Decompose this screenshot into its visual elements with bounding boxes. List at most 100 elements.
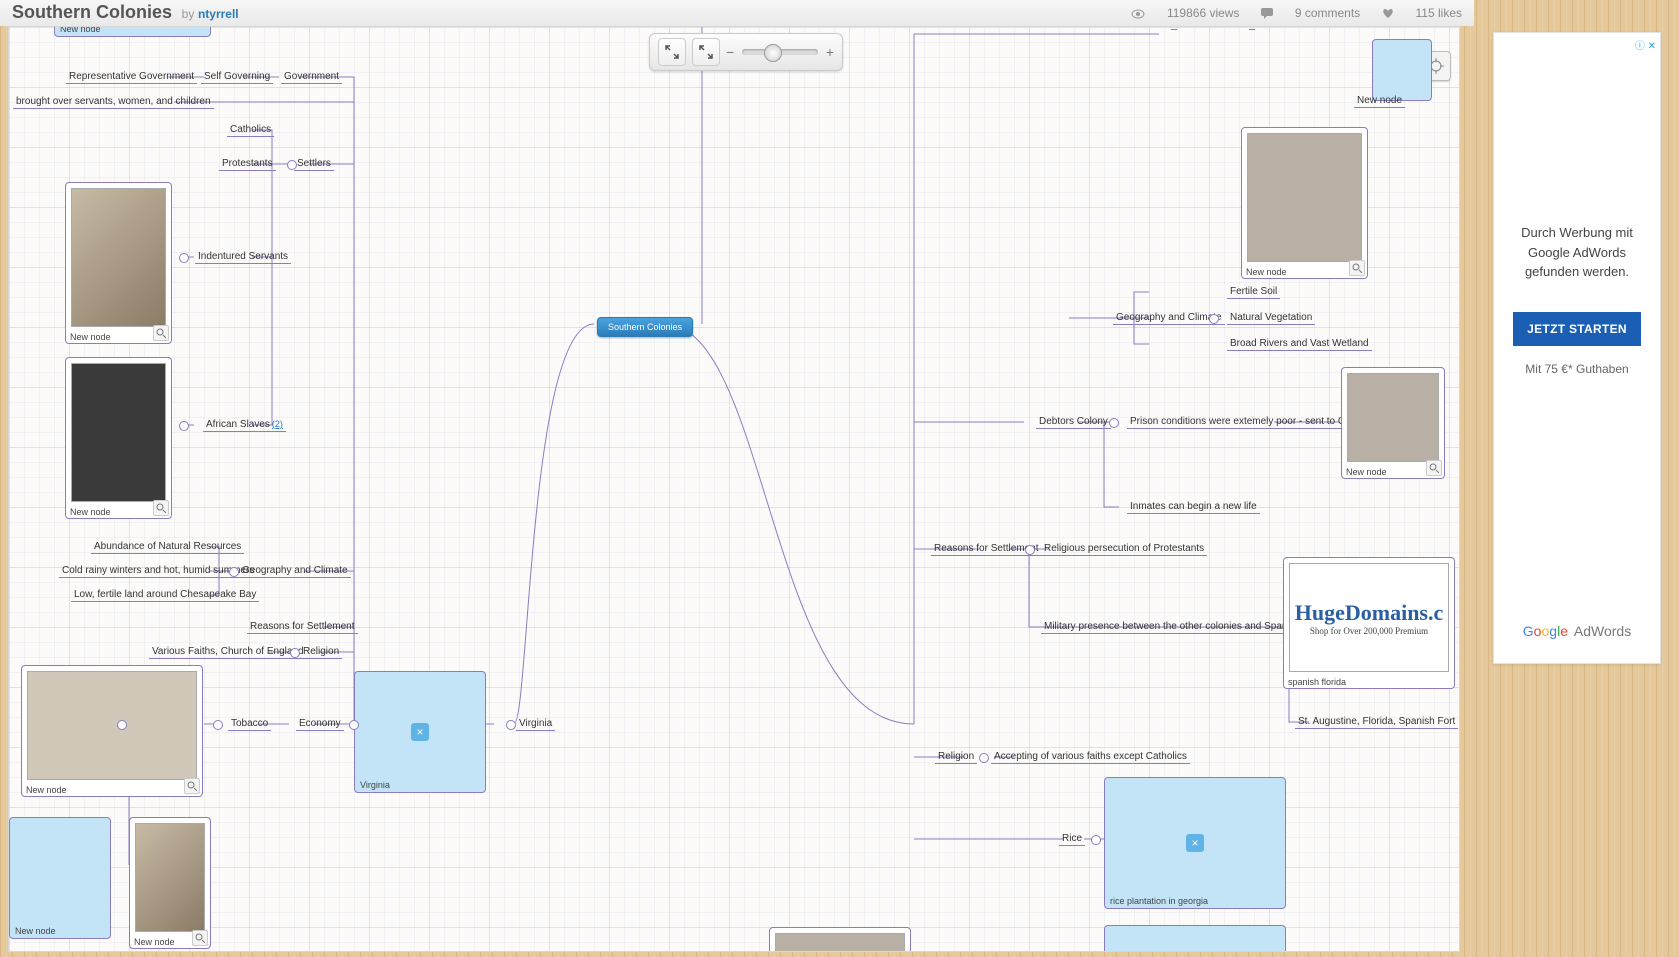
ad-brand: Google AdWords (1494, 623, 1660, 639)
node-reasons[interactable]: Reasons for Settlement (247, 621, 358, 634)
root-node[interactable]: Southern Colonies (597, 317, 693, 337)
image-node-bottom-center[interactable] (769, 927, 911, 952)
node-rivers[interactable]: Broad Rivers and Vast Wetland (1227, 338, 1372, 351)
close-icon[interactable]: × (411, 723, 429, 741)
node-faiths[interactable]: Various Faiths, Church of England (149, 646, 307, 659)
node-government[interactable]: Government (281, 71, 342, 84)
header-bar: Southern Colonies by ntyrrell 119866 vie… (0, 0, 1474, 26)
node-box-top-right[interactable] (1372, 39, 1432, 101)
node-natveg[interactable]: Natural Vegetation (1227, 312, 1315, 325)
author-link[interactable]: ntyrrell (198, 7, 239, 21)
zoom-toolbar: − + (649, 33, 843, 71)
zoom-out-button[interactable]: − (726, 44, 734, 60)
node-virginia-box[interactable]: × Virginia (354, 671, 486, 793)
collapse-all-button[interactable] (658, 38, 686, 66)
node-geo-climate[interactable]: Geography and Climate (239, 565, 351, 578)
image-thumbnail (27, 671, 197, 780)
node-self-governing[interactable]: Self Governing (201, 71, 273, 84)
mindmap-canvas[interactable]: − + (8, 26, 1460, 952)
by-label: by (182, 7, 195, 21)
node-religion[interactable]: Religion (300, 646, 342, 659)
node-prisoncond[interactable]: Prison conditions were extemely poor - s… (1127, 416, 1376, 429)
zoom-thumb[interactable] (764, 44, 782, 62)
expand-joint[interactable] (117, 720, 127, 730)
ad-subtext: Mit 75 €* Guthaben (1494, 362, 1660, 376)
magnify-icon[interactable] (184, 778, 200, 794)
node-abundance[interactable]: Abundance of Natural Resources (91, 541, 244, 554)
node-caption: New node (1246, 267, 1287, 277)
image-thumbnail: HugeDomains.c Shop for Over 200,000 Prem… (1289, 563, 1449, 672)
zoom-in-button[interactable]: + (826, 44, 834, 60)
ad-brand-adwords: AdWords (1574, 623, 1631, 639)
magnify-icon[interactable] (1426, 460, 1442, 476)
magnify-icon[interactable] (153, 500, 169, 516)
expand-joint[interactable] (179, 253, 189, 263)
image-node-map[interactable]: New node (1241, 127, 1368, 279)
expand-joint[interactable] (179, 421, 189, 431)
node-settlers[interactable]: Settlers (294, 158, 334, 171)
expand-joint[interactable] (506, 720, 516, 730)
node-servants-line[interactable]: brought over servants, women, and childr… (13, 96, 214, 109)
node-tobacco[interactable]: Tobacco (228, 718, 271, 731)
node-protestants[interactable]: Protestants (219, 158, 276, 171)
collapse-icon (664, 44, 680, 60)
expand-joint[interactable] (290, 648, 300, 658)
likes-stat[interactable]: 115 likes (1382, 6, 1462, 20)
image-node-indentured[interactable]: New node (65, 182, 172, 344)
magnify-icon[interactable] (153, 325, 169, 341)
node-geo-climate-r[interactable]: Geography and Climate (1113, 312, 1225, 325)
node-fertile[interactable]: Fertile Soil (1227, 286, 1280, 299)
node-relpers[interactable]: Religious persecution of Protestants (1041, 543, 1207, 556)
node-lowland[interactable]: Low, fertile land around Chesapeake Bay (71, 589, 259, 602)
image-node-prison[interactable]: New node (1341, 367, 1445, 479)
attachment-count[interactable]: (2) (272, 419, 283, 429)
expand-joint[interactable] (1025, 545, 1035, 555)
image-node-african[interactable]: New node (65, 357, 172, 519)
ad-panel: ⓘ ✕ Durch Werbung mit Google AdWords gef… (1493, 32, 1661, 664)
magnify-icon[interactable] (1349, 260, 1365, 276)
node-representative-government[interactable]: Representative Government (66, 71, 197, 84)
node-rice[interactable]: Rice (1059, 833, 1085, 846)
zoom-slider[interactable] (742, 49, 818, 55)
image-node-tobacco-field[interactable]: New node (21, 665, 203, 797)
node-religion-r[interactable]: Religion (935, 751, 977, 764)
image-node-hugedomains[interactable]: HugeDomains.c Shop for Over 200,000 Prem… (1283, 557, 1455, 689)
node-caption-newnode[interactable]: New node (1354, 95, 1405, 108)
node-economy[interactable]: Economy (296, 718, 344, 731)
image-thumbnail (1347, 373, 1439, 462)
expand-joint[interactable] (1209, 314, 1219, 324)
node-top-right-1[interactable] (1171, 28, 1177, 30)
adchoices-icon[interactable]: ⓘ ✕ (1635, 37, 1656, 52)
heart-icon (1382, 8, 1394, 19)
node-box-left-bottom[interactable]: New node (9, 817, 111, 939)
expand-joint[interactable] (229, 567, 239, 577)
expand-joint[interactable] (1091, 835, 1101, 845)
magnify-icon[interactable] (192, 930, 208, 946)
node-catholics[interactable]: Catholics (227, 124, 274, 137)
node-caption: New node (134, 937, 175, 947)
node-rice-box[interactable]: × rice plantation in georgia (1104, 777, 1286, 909)
close-icon[interactable]: × (1186, 834, 1204, 852)
node-top-right-2[interactable] (1249, 28, 1255, 30)
node-climate-long[interactable]: Cold rainy winters and hot, humid summer… (59, 565, 257, 578)
node-virginia[interactable]: Virginia (516, 718, 555, 731)
node-debtors[interactable]: Debtors Colony (1036, 416, 1111, 429)
expand-joint[interactable] (213, 720, 223, 730)
expand-joint[interactable] (1109, 418, 1119, 428)
node-box[interactable]: New node (54, 26, 211, 37)
expand-joint[interactable] (979, 753, 989, 763)
expand-joint[interactable] (287, 160, 297, 170)
ad-cta-button[interactable]: JETZT STARTEN (1513, 312, 1641, 346)
image-thumbnail (135, 823, 205, 932)
comments-stat[interactable]: 9 comments (1261, 6, 1364, 20)
node-box-bottom-right[interactable] (1104, 925, 1286, 952)
node-accepting[interactable]: Accepting of various faiths except Catho… (991, 751, 1190, 764)
node-inmates[interactable]: Inmates can begin a new life (1127, 501, 1260, 514)
image-node-tobacco-leaves[interactable]: New node (129, 817, 211, 949)
node-caption: spanish florida (1288, 677, 1346, 687)
expand-joint[interactable] (349, 720, 359, 730)
expand-all-button[interactable] (692, 38, 720, 66)
node-indentured[interactable]: Indentured Servants (195, 251, 291, 264)
node-african[interactable]: African Slaves(2) (203, 419, 286, 432)
node-staug[interactable]: St. Augustine, Florida, Spanish Fort (1295, 716, 1458, 729)
